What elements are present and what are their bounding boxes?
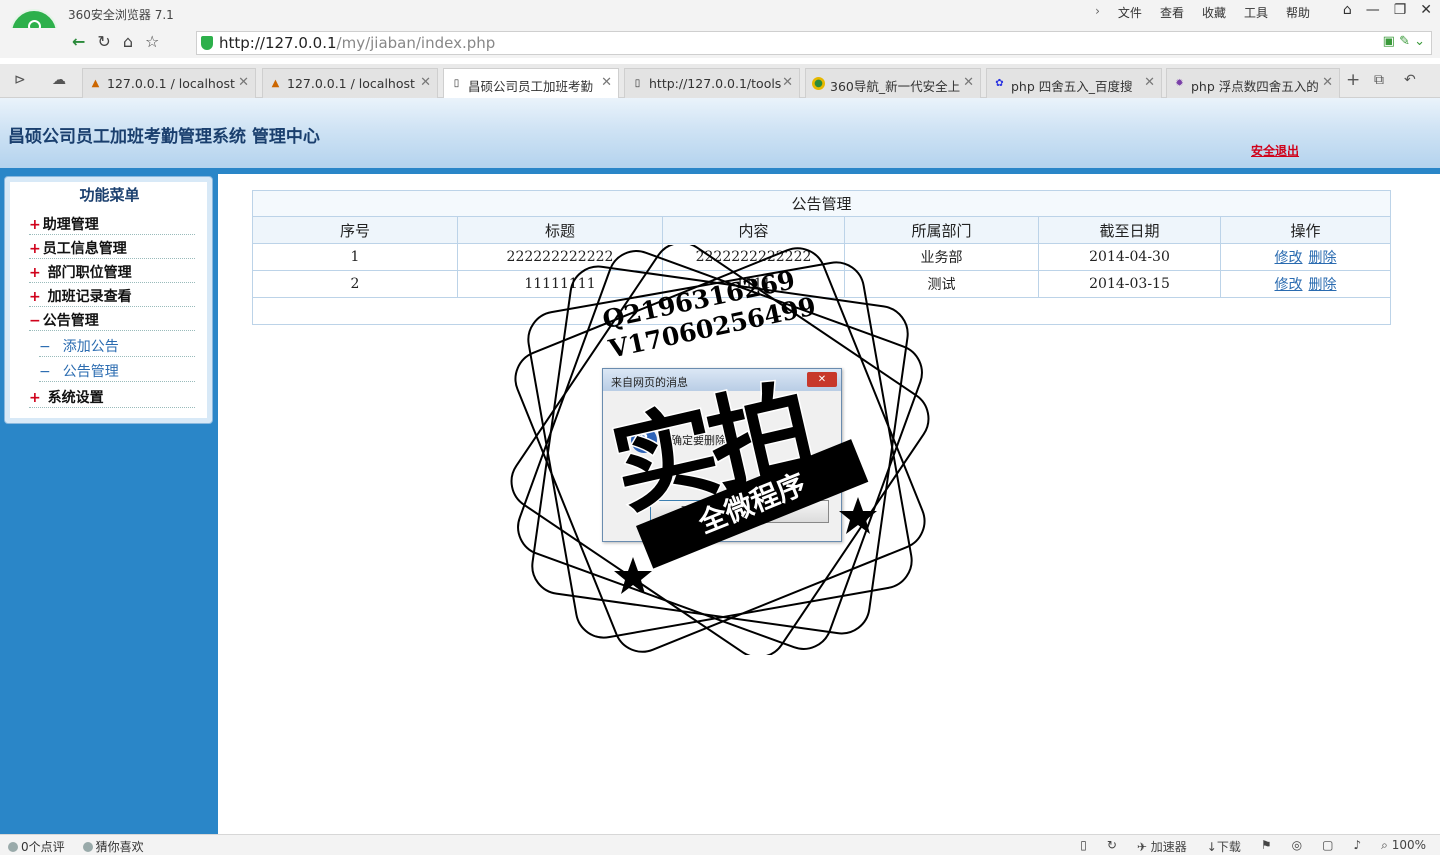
tab-php-float[interactable]: ✹ php 浮点数四舍五入的 ✕ — [1166, 68, 1340, 98]
col-id: 序号 — [252, 216, 458, 244]
browser-menu-bar: › 文件 查看 收藏 工具 帮助 — [1095, 4, 1310, 21]
page-title: 昌硕公司员工加班考勤管理系统 管理中心 — [8, 127, 320, 147]
baidu-icon: ✿ — [995, 78, 1004, 89]
tab-phpmyadmin-2[interactable]: ▲ 127.0.0.1 / localhost ✕ — [262, 68, 438, 98]
tab-jiaban[interactable]: ▯ 昌硕公司员工加班考勤 ✕ — [443, 68, 619, 98]
download-button[interactable]: ↓下载 — [1207, 838, 1241, 855]
window-icon[interactable]: ▢ — [1322, 838, 1333, 855]
sidebar-subitem-manage-notice[interactable]: − 公告管理 — [39, 358, 195, 382]
chevron-right-icon[interactable]: › — [1095, 4, 1100, 21]
sidebar-item-notice[interactable]: − 公告管理 — [29, 307, 195, 331]
url-input[interactable]: http://127.0.0.1/my/jiaban/index.php ▣ ✎… — [196, 31, 1432, 55]
delete-link[interactable]: 删除 — [1309, 250, 1337, 266]
tab-close-icon[interactable]: ✕ — [782, 75, 793, 90]
browser-titlebar: 360安全浏览器 7.1 › 文件 查看 收藏 工具 帮助 ⌂ — ❐ ✕ — [0, 0, 1440, 28]
tab-close-icon[interactable]: ✕ — [1144, 75, 1155, 90]
menu-file[interactable]: 文件 — [1118, 4, 1142, 21]
zoom-control[interactable]: ⌕ 100% — [1381, 838, 1426, 855]
tab-close-icon[interactable]: ✕ — [963, 75, 974, 90]
zoom-icon: ⌕ — [1381, 838, 1388, 852]
sidebar-item-overtime[interactable]: + 加班记录查看 — [29, 283, 195, 307]
rocket-icon: ✈ — [1136, 840, 1147, 854]
refresh-icon[interactable]: ↻ — [97, 32, 110, 51]
table-footer-row — [252, 297, 1391, 325]
guess-like-status[interactable]: 猜你喜欢 — [82, 838, 144, 855]
tab-close-icon[interactable]: ✕ — [238, 75, 249, 90]
new-tab-icon[interactable]: + — [1346, 70, 1360, 90]
page-icon: ▯ — [634, 78, 641, 89]
cloud-icon[interactable]: ☁ — [52, 72, 66, 88]
flag-icon[interactable]: ⚑ — [1261, 838, 1272, 855]
comment-icon — [8, 842, 18, 852]
browser-title: 360安全浏览器 7.1 — [68, 8, 174, 22]
dialog-close-icon[interactable]: ✕ — [807, 372, 837, 387]
back-icon[interactable]: ← — [72, 32, 85, 51]
sidebar-item-settings[interactable]: + 系统设置 — [29, 384, 195, 408]
sidebar-item-assistant[interactable]: + 助理管理 — [29, 211, 195, 235]
col-content: 内容 — [662, 216, 845, 244]
edit-link[interactable]: 修改 — [1275, 277, 1303, 293]
guess-icon — [82, 842, 93, 852]
menu-view[interactable]: 查看 — [1160, 4, 1184, 21]
menu-help[interactable]: 帮助 — [1286, 4, 1310, 21]
star-icon[interactable]: ☆ — [145, 32, 159, 51]
pma-icon: ▲ — [271, 78, 280, 89]
sidebar: 功能菜单 + 助理管理 + 员工信息管理 + 部门职位管理 + 加班记录查看 − 公告… — [0, 174, 218, 834]
logout-link[interactable]: 安全退出 — [1251, 142, 1299, 159]
delete-link[interactable]: 删除 — [1309, 277, 1337, 293]
tab-list-icon[interactable]: ⧉ — [1374, 72, 1384, 88]
menu-favorites[interactable]: 收藏 — [1202, 4, 1226, 21]
col-date: 截至日期 — [1038, 216, 1221, 244]
tab-close-icon[interactable]: ✕ — [420, 75, 431, 90]
window-controls: ⌂ — ❐ ✕ — [1343, 2, 1432, 18]
tab-close-icon[interactable]: ✕ — [601, 75, 612, 90]
table-row: 2 11111111 1111 测试 2014-03-15 修改 删除 — [252, 270, 1391, 298]
sidebar-subitem-add-notice[interactable]: − 添加公告 — [39, 333, 195, 357]
col-actions: 操作 — [1220, 216, 1391, 244]
table-caption: 公告管理 — [252, 190, 1391, 216]
security-shield-icon — [201, 36, 213, 50]
php-icon: ✹ — [1175, 78, 1184, 89]
nav-buttons: ← ↻ ⌂ ☆ — [72, 32, 159, 51]
notice-table: 公告管理 序号 标题 内容 所属部门 截至日期 操作 1 22222222222… — [252, 190, 1391, 325]
tab-360-nav[interactable]: ● 360导航_新一代安全上 ✕ — [805, 68, 981, 98]
col-title: 标题 — [457, 216, 663, 244]
comments-status[interactable]: 0个点评 — [8, 838, 65, 855]
maximize-icon[interactable]: ❐ — [1394, 2, 1407, 18]
url-extension-icons[interactable]: ▣ ✎ ⌄ — [1383, 34, 1425, 49]
360-icon: ● — [812, 77, 825, 90]
sound-icon[interactable]: ♪ — [1353, 838, 1361, 855]
mobile-icon[interactable]: ▯ — [1080, 838, 1087, 855]
function-menu: 功能菜单 + 助理管理 + 员工信息管理 + 部门职位管理 + 加班记录查看 − 公告… — [4, 176, 213, 424]
sync-icon[interactable]: ↻ — [1107, 838, 1117, 855]
page-icon: ▯ — [453, 78, 460, 89]
tab-close-icon[interactable]: ✕ — [1322, 75, 1333, 90]
tab-baidu[interactable]: ✿ php 四舍五入_百度搜 ✕ — [986, 68, 1162, 98]
sidebar-toggle-icon[interactable]: ⊳ — [14, 72, 26, 88]
browser-icon[interactable]: ◎ — [1292, 838, 1302, 855]
minimize-icon[interactable]: — — [1366, 2, 1380, 18]
tab-tools[interactable]: ▯ http://127.0.0.1/tools ✕ — [624, 68, 800, 98]
edit-link[interactable]: 修改 — [1275, 250, 1303, 266]
status-bar: 0个点评 猜你喜欢 ▯ ↻ ✈ 加速器 ↓下载 ⚑ ◎ ▢ ♪ ⌕ 100% — [0, 834, 1440, 855]
menu-title: 功能菜单 — [79, 186, 140, 204]
page-header: 昌硕公司员工加班考勤管理系统 管理中心 安全退出 — [0, 98, 1440, 174]
address-bar-row: ← ↻ ⌂ ☆ http://127.0.0.1/my/jiaban/index… — [0, 28, 1440, 58]
sidebar-item-department[interactable]: + 部门职位管理 — [29, 259, 195, 283]
sidebar-item-employee[interactable]: + 员工信息管理 — [29, 235, 195, 259]
table-row: 1 222222222222 2222222222222 业务部 2014-04… — [252, 243, 1391, 271]
tab-phpmyadmin-1[interactable]: ▲ 127.0.0.1 / localhost ✕ — [82, 68, 256, 98]
accelerator-button[interactable]: ✈ 加速器 — [1137, 838, 1187, 855]
menu-tools[interactable]: 工具 — [1244, 4, 1268, 21]
undo-close-icon[interactable]: ↶ — [1404, 72, 1416, 88]
close-window-icon[interactable]: ✕ — [1420, 2, 1432, 18]
url-text: http://127.0.0.1/my/jiaban/index.php — [219, 34, 496, 52]
col-dept: 所属部门 — [844, 216, 1039, 244]
skin-icon[interactable]: ⌂ — [1343, 2, 1352, 18]
pma-icon: ▲ — [91, 78, 100, 89]
download-icon: ↓ — [1206, 840, 1217, 854]
home-icon[interactable]: ⌂ — [123, 32, 133, 51]
tab-bar: ⊳ ☁ ▲ 127.0.0.1 / localhost ✕ ▲ 127.0.0.1 /… — [0, 64, 1440, 98]
